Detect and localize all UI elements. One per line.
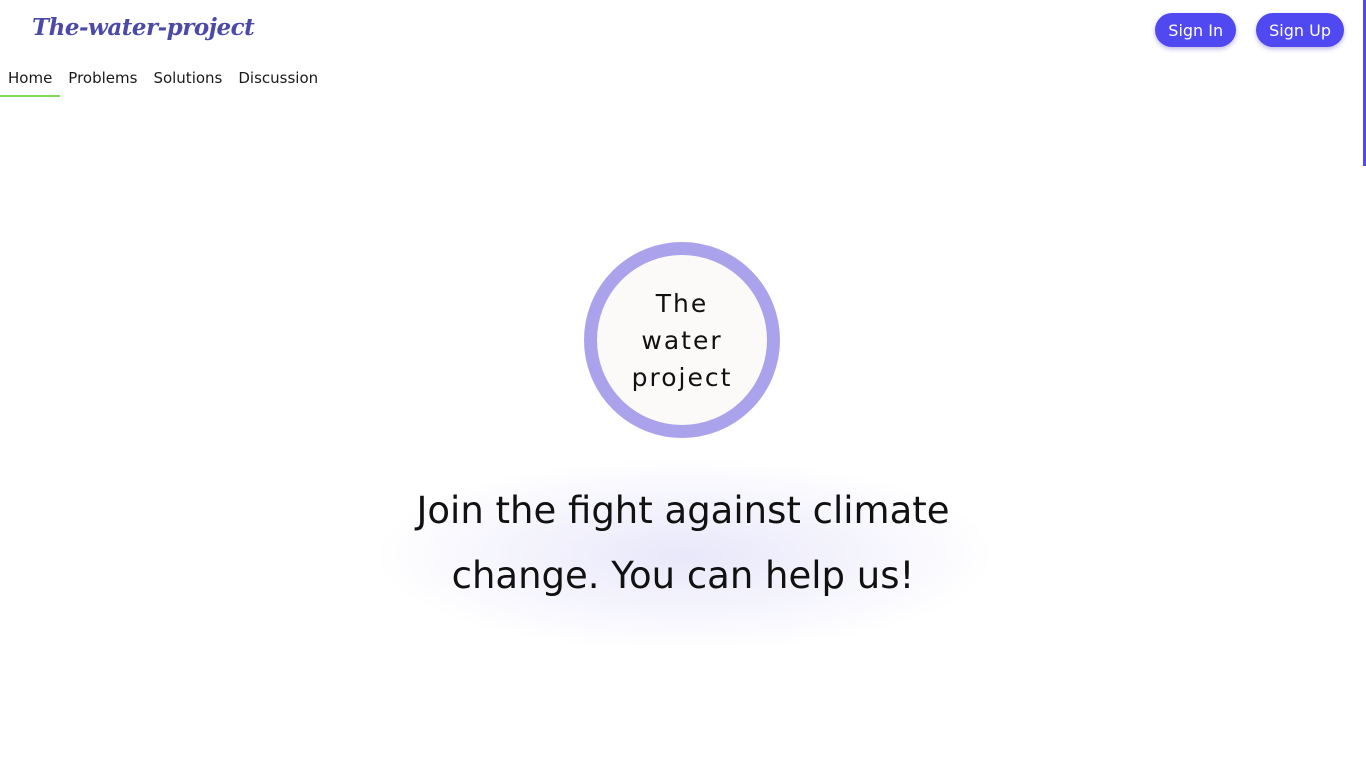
main-nav: Home Problems Solutions Discussion: [0, 66, 326, 97]
sign-up-button[interactable]: Sign Up: [1256, 13, 1344, 47]
hero-headline: Join the fight against climate change. Y…: [416, 489, 950, 597]
emblem-line: The: [655, 288, 709, 318]
nav-item-home[interactable]: Home: [0, 66, 61, 97]
emblem-text: The water project: [632, 285, 733, 396]
page: The-water-project Sign In Sign Up Home P…: [0, 0, 1366, 768]
emblem-line: project: [631, 362, 733, 392]
emblem-line: water: [641, 325, 723, 355]
nav-item-problems[interactable]: Problems: [60, 66, 145, 97]
sign-in-button[interactable]: Sign In: [1155, 13, 1237, 47]
nav-item-solutions[interactable]: Solutions: [145, 66, 230, 97]
site-logo[interactable]: The-water-project: [32, 14, 255, 41]
auth-buttons: Sign In Sign Up: [1155, 13, 1344, 47]
project-emblem: The water project: [584, 242, 780, 438]
nav-item-discussion[interactable]: Discussion: [230, 66, 326, 97]
